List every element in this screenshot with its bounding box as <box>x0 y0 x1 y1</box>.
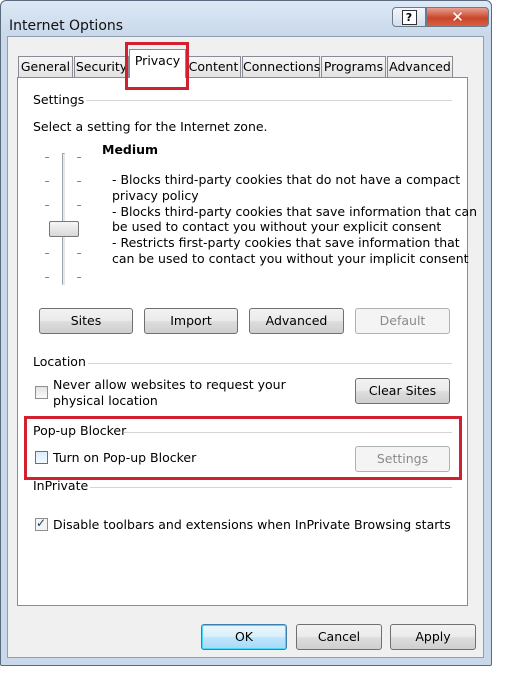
disable-toolbars-label[interactable]: Disable toolbars and extensions when InP… <box>53 517 451 532</box>
settings-divider <box>86 100 452 101</box>
slider-tick <box>77 181 81 182</box>
never-allow-location-checkbox[interactable] <box>35 386 48 399</box>
slider-tick <box>45 253 49 254</box>
never-allow-location-label[interactable]: Never allow websites to request your phy… <box>53 377 286 409</box>
tab-privacy[interactable]: Privacy <box>129 49 186 78</box>
inprivate-divider <box>90 487 452 488</box>
settings-group-label: Settings <box>33 92 85 107</box>
popup-blocker-checkbox[interactable] <box>35 451 48 464</box>
help-button[interactable]: ? <box>392 7 426 27</box>
description-line: - Blocks third-party cookies that do not… <box>112 172 461 187</box>
window-title: Internet Options <box>9 18 124 34</box>
clear-sites-button[interactable]: Clear Sites <box>355 378 450 404</box>
slider-tick <box>77 157 81 158</box>
description-line: - Blocks third-party cookies that save i… <box>112 203 478 219</box>
popup-blocker-label[interactable]: Turn on Pop-up Blocker <box>53 450 196 465</box>
title-bar[interactable]: Internet Options ? ✕ <box>1 1 491 37</box>
description-line: can be used to contact you without your … <box>112 250 469 266</box>
tab-advanced[interactable]: Advanced <box>387 56 453 77</box>
close-button[interactable]: ✕ <box>426 7 489 27</box>
slider-tick <box>77 205 81 206</box>
disable-toolbars-checkbox[interactable]: ✓ <box>35 516 48 531</box>
tab-programs[interactable]: Programs <box>321 56 386 77</box>
description-line: privacy policy <box>112 187 199 203</box>
import-button[interactable]: Import <box>144 308 238 334</box>
help-icon: ? <box>401 9 417 25</box>
popup-blocker-divider <box>124 432 452 433</box>
tab-general[interactable]: General <box>18 56 73 77</box>
popup-blocker-group-label: Pop-up Blocker <box>33 423 127 438</box>
privacy-level-slider-thumb[interactable] <box>49 221 79 237</box>
privacy-level-slider-track[interactable] <box>62 153 65 285</box>
slider-tick <box>45 181 49 182</box>
cancel-button[interactable]: Cancel <box>296 624 382 650</box>
description-line: be used to contact you without your expl… <box>112 219 442 235</box>
slider-tick <box>77 253 81 254</box>
apply-button[interactable]: Apply <box>390 624 476 650</box>
location-group-label: Location <box>33 354 86 369</box>
close-icon: ✕ <box>451 7 464 26</box>
popup-settings-button[interactable]: Settings <box>355 446 450 472</box>
slider-tick <box>45 157 49 158</box>
default-button[interactable]: Default <box>355 308 450 334</box>
location-label-line: physical location <box>53 393 158 408</box>
privacy-level-description: - Blocks third-party cookies that do not… <box>112 172 477 267</box>
sites-button[interactable]: Sites <box>39 308 133 334</box>
slider-tick <box>77 277 81 278</box>
tab-content[interactable]: Content <box>186 56 241 77</box>
privacy-level-name: Medium <box>102 142 159 157</box>
ok-button[interactable]: OK <box>201 624 287 650</box>
checkmark-icon: ✓ <box>36 516 47 530</box>
description-line: - Restricts first-party cookies that sav… <box>112 235 460 251</box>
location-divider <box>88 363 452 364</box>
inprivate-group-label: InPrivate <box>33 478 89 493</box>
tab-security[interactable]: Security <box>74 56 129 77</box>
advanced-button[interactable]: Advanced <box>249 308 344 334</box>
location-label-line: Never allow websites to request your <box>53 377 286 392</box>
zone-instruction: Select a setting for the Internet zone. <box>33 119 268 134</box>
tab-connections[interactable]: Connections <box>242 56 320 77</box>
slider-tick <box>45 205 49 206</box>
slider-tick <box>45 277 49 278</box>
